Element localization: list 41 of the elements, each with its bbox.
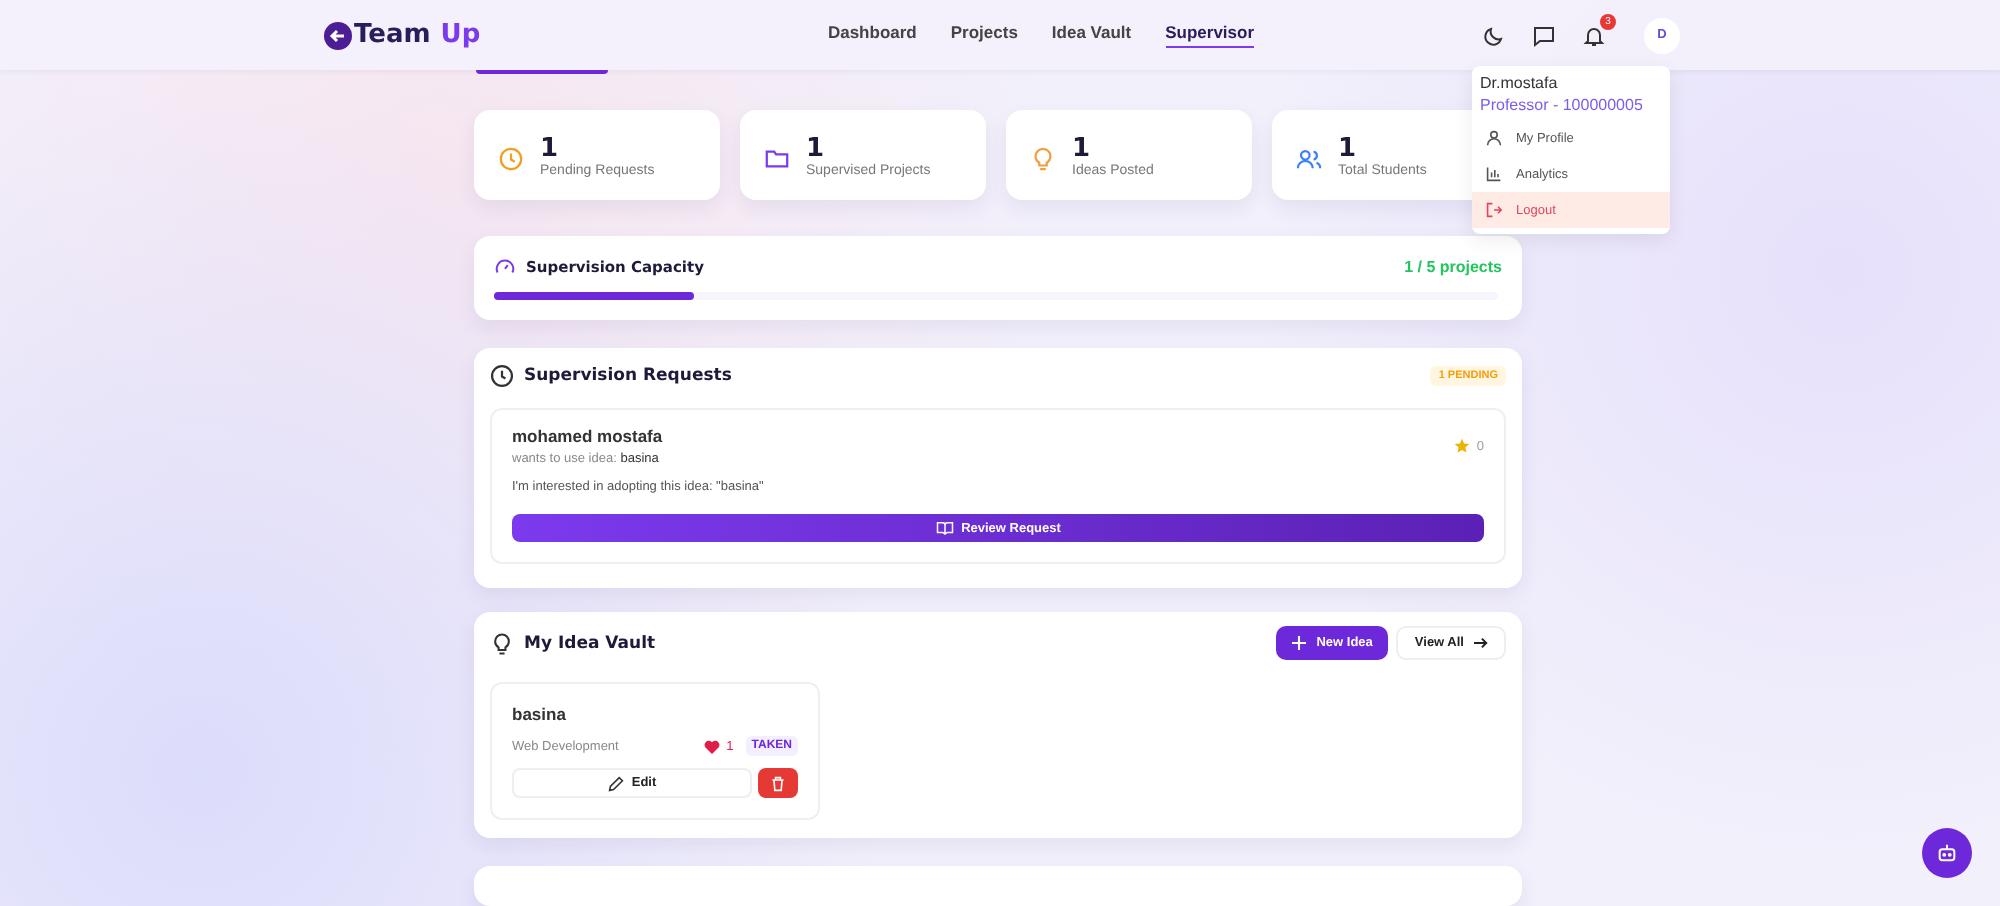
delete-button[interactable]	[758, 768, 798, 798]
nav-link[interactable]: Projects	[950, 22, 1018, 48]
star-icon	[1454, 438, 1471, 454]
book-icon	[935, 520, 954, 536]
lightbulb-icon	[1030, 146, 1056, 172]
arrow-right-icon	[1474, 636, 1488, 650]
lightbulb-icon	[490, 631, 514, 655]
robot-icon	[1936, 842, 1958, 864]
student-name: mohamed mostafa	[512, 426, 663, 446]
message-icon[interactable]	[1531, 23, 1556, 47]
user-role: Professor - 100000005	[1478, 94, 1645, 118]
clock-icon	[498, 146, 524, 172]
trash-icon	[770, 775, 786, 791]
card-title: Supervision Requests	[524, 366, 732, 386]
card-title: My Idea Vault	[524, 633, 656, 653]
plus-icon	[1292, 636, 1307, 650]
users-icon	[1296, 146, 1322, 172]
capacity-reading: 1 / 5 projects	[1404, 258, 1502, 276]
folder-icon	[764, 146, 790, 172]
pencil-icon	[607, 775, 624, 791]
chatbot-button[interactable]	[1922, 828, 1972, 878]
person-icon	[1486, 130, 1502, 146]
moon-icon[interactable]	[1481, 23, 1506, 47]
clock-icon	[490, 364, 514, 388]
stat-value: 1	[540, 133, 561, 163]
bar-chart-icon	[1486, 166, 1502, 182]
logo-text[interactable]: Up	[440, 20, 481, 50]
stat-value: 1	[806, 133, 827, 163]
gauge-icon	[494, 256, 516, 278]
logo-text[interactable]: Team	[354, 20, 431, 50]
arrow-circle-icon	[324, 21, 352, 49]
logout-icon	[1486, 202, 1502, 218]
bell-icon[interactable]	[1581, 23, 1606, 47]
stat-value: 1	[1338, 133, 1359, 163]
nav-link[interactable]: Idea Vault	[1051, 22, 1132, 48]
nav-link[interactable]: Supervisor	[1165, 22, 1255, 48]
heart-icon	[704, 739, 721, 753]
nav-link[interactable]: Dashboard	[827, 22, 917, 48]
stat-value: 1	[1072, 133, 1093, 163]
idea-title: basina	[512, 704, 568, 724]
user-name: Dr.mostafa	[1478, 74, 1560, 92]
